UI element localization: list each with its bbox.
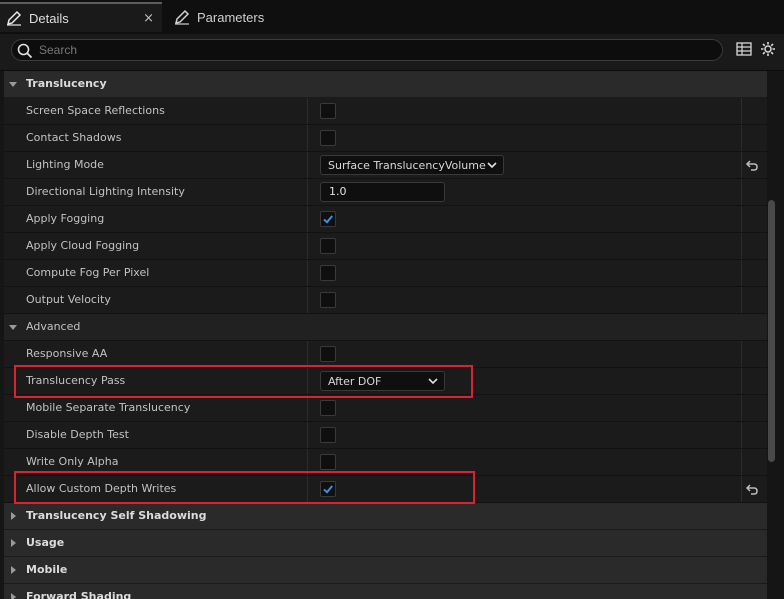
pencil-icon	[171, 9, 193, 25]
compute-fog-per-pixel-checkbox[interactable]	[320, 265, 336, 281]
reset-to-default-icon[interactable]	[745, 158, 759, 172]
allow-custom-depth-writes-checkbox[interactable]	[320, 481, 336, 497]
property-row: Screen Space Reflections	[4, 98, 767, 125]
caret-right-icon[interactable]	[8, 538, 18, 548]
write-only-alpha-checkbox[interactable]	[320, 454, 336, 470]
apply-cloud-fogging-checkbox[interactable]	[320, 238, 336, 254]
chevron-down-icon	[428, 378, 438, 385]
apply-fogging-checkbox[interactable]	[320, 211, 336, 227]
directional-lighting-intensity-input[interactable]: 1.0	[320, 182, 445, 202]
category-translucency-self-shadowing[interactable]: Translucency Self Shadowing	[4, 503, 767, 530]
property-row: Compute Fog Per Pixel	[4, 260, 767, 287]
property-label: Compute Fog Per Pixel	[26, 266, 150, 279]
checkmark-icon	[323, 215, 333, 224]
property-row: Apply Fogging	[4, 206, 767, 233]
tab-parameters-label: Parameters	[197, 9, 265, 25]
property-row: Directional Lighting Intensity 1.0	[4, 179, 767, 206]
category-usage[interactable]: Usage	[4, 530, 767, 557]
property-row: Lighting Mode Surface TranslucencyVolume	[4, 152, 767, 179]
caret-down-icon[interactable]	[8, 79, 18, 89]
category-label: Mobile	[26, 563, 68, 576]
tab-details[interactable]: Details ×	[0, 2, 162, 32]
tab-bar: Details × Parameters	[0, 0, 784, 34]
output-velocity-checkbox[interactable]	[320, 292, 336, 308]
pencil-icon	[3, 10, 25, 26]
caret-right-icon[interactable]	[8, 565, 18, 575]
contact-shadows-checkbox[interactable]	[320, 130, 336, 146]
property-label: Mobile Separate Translucency	[26, 401, 191, 414]
category-label: Forward Shading	[26, 590, 132, 599]
property-label: Translucency Pass	[26, 374, 126, 387]
property-label: Disable Depth Test	[26, 428, 129, 441]
disable-depth-test-checkbox[interactable]	[320, 427, 336, 443]
caret-right-icon[interactable]	[8, 592, 18, 599]
category-translucency[interactable]: Translucency	[4, 71, 767, 98]
category-label: Usage	[26, 536, 65, 549]
details-toolbar	[0, 34, 784, 71]
property-label: Directional Lighting Intensity	[26, 185, 185, 198]
property-label: Lighting Mode	[26, 158, 104, 171]
tab-parameters[interactable]: Parameters	[168, 2, 298, 32]
category-label: Translucency	[26, 77, 107, 90]
caret-right-icon[interactable]	[8, 511, 18, 521]
property-row: Write Only Alpha	[4, 449, 767, 476]
search-icon	[17, 43, 33, 62]
property-label: Output Velocity	[26, 293, 111, 306]
property-row: Translucency Pass After DOF	[4, 368, 767, 395]
property-label: Screen Space Reflections	[26, 104, 165, 117]
mobile-separate-translucency-checkbox[interactable]	[320, 400, 336, 416]
settings-gear-icon[interactable]	[760, 41, 776, 60]
search-input[interactable]	[39, 41, 709, 59]
property-label: Write Only Alpha	[26, 455, 119, 468]
details-panel: Translucency Screen Space Reflections Co…	[4, 71, 767, 599]
category-forward-shading[interactable]: Forward Shading	[4, 584, 767, 599]
dropdown-value: Surface TranslucencyVolume	[328, 158, 486, 172]
property-row: Disable Depth Test	[4, 422, 767, 449]
category-label: Translucency Self Shadowing	[26, 509, 207, 522]
property-row: Allow Custom Depth Writes	[4, 476, 767, 503]
property-row: Apply Cloud Fogging	[4, 233, 767, 260]
property-label: Contact Shadows	[26, 131, 122, 144]
property-label: Responsive AA	[26, 347, 108, 360]
checkmark-icon	[323, 485, 333, 494]
subcategory-label: Advanced	[26, 320, 81, 333]
close-icon[interactable]: ×	[143, 11, 154, 26]
responsive-aa-checkbox[interactable]	[320, 346, 336, 362]
subcategory-advanced[interactable]: Advanced	[4, 314, 767, 341]
property-row: Mobile Separate Translucency	[4, 395, 767, 422]
scrollbar-thumb[interactable]	[768, 200, 775, 462]
dropdown-value: After DOF	[328, 374, 382, 388]
reset-to-default-icon[interactable]	[745, 482, 759, 496]
category-mobile[interactable]: Mobile	[4, 557, 767, 584]
table-view-icon[interactable]	[736, 42, 752, 59]
search-box[interactable]	[11, 39, 723, 61]
caret-down-icon[interactable]	[8, 322, 18, 332]
property-label: Apply Cloud Fogging	[26, 239, 140, 252]
tab-details-label: Details	[29, 10, 69, 26]
property-row: Output Velocity	[4, 287, 767, 314]
property-row: Responsive AA	[4, 341, 767, 368]
property-label: Allow Custom Depth Writes	[26, 482, 177, 495]
chevron-down-icon	[487, 162, 497, 169]
translucency-pass-dropdown[interactable]: After DOF	[320, 371, 445, 391]
lighting-mode-dropdown[interactable]: Surface TranslucencyVolume	[320, 155, 504, 175]
screen-space-reflections-checkbox[interactable]	[320, 103, 336, 119]
property-label: Apply Fogging	[26, 212, 105, 225]
property-row: Contact Shadows	[4, 125, 767, 152]
